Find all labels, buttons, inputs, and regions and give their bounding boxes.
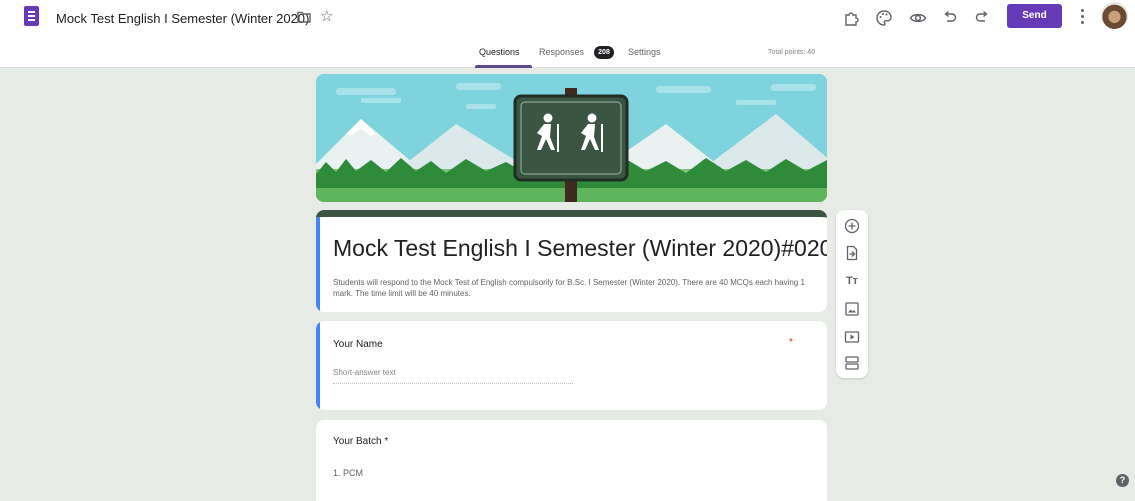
palette-icon[interactable]: [875, 9, 893, 27]
form-description[interactable]: Students will respond to the Mock Test o…: [333, 277, 811, 299]
question-title[interactable]: Your Batch *: [333, 436, 388, 447]
avatar[interactable]: [1101, 2, 1128, 29]
tab-settings[interactable]: Settings: [628, 47, 661, 57]
question-title[interactable]: Your Name: [333, 339, 383, 350]
question-card[interactable]: Your Name * Short-answer text: [316, 321, 827, 410]
import-questions-icon[interactable]: [844, 245, 860, 261]
send-button[interactable]: Send: [1007, 4, 1062, 28]
more-vert-icon[interactable]: [1081, 9, 1085, 25]
dropdown-option[interactable]: 1. PCM: [333, 468, 363, 478]
add-question-icon[interactable]: [844, 218, 860, 234]
form-title-card[interactable]: Mock Test English I Semester (Winter 202…: [316, 210, 827, 312]
forms-logo-icon[interactable]: [24, 6, 39, 26]
header-banner-image: [316, 74, 827, 202]
help-icon[interactable]: ?: [1116, 474, 1129, 487]
active-card-indicator: [316, 321, 320, 410]
tab-responses[interactable]: Responses: [539, 47, 584, 57]
floating-toolbar: Tт: [836, 210, 868, 378]
required-indicator: *: [789, 337, 793, 348]
responses-count-badge: 208: [594, 46, 614, 59]
tab-questions[interactable]: Questions: [479, 47, 520, 57]
form-title[interactable]: Mock Test English I Semester (Winter 202…: [333, 235, 827, 262]
preview-eye-icon[interactable]: [909, 9, 927, 27]
document-title[interactable]: Mock Test English I Semester (Winter 202…: [56, 11, 309, 26]
add-section-icon[interactable]: [844, 355, 860, 371]
redo-icon[interactable]: [973, 9, 991, 27]
top-bar: Mock Test English I Semester (Winter 202…: [0, 0, 1135, 38]
tab-bar: Questions Responses 208 Settings Total p…: [0, 38, 1135, 68]
add-image-icon[interactable]: [844, 301, 860, 317]
star-icon[interactable]: ☆: [320, 9, 333, 24]
add-title-icon[interactable]: Tт: [844, 273, 860, 289]
add-video-icon[interactable]: [844, 329, 860, 345]
question-card[interactable]: Your Batch * 1. PCM: [316, 420, 827, 501]
active-card-indicator: [316, 217, 320, 312]
active-tab-indicator: [475, 65, 532, 68]
total-points: Total points: 40: [768, 49, 816, 56]
addon-puzzle-icon[interactable]: [842, 9, 860, 27]
undo-icon[interactable]: [941, 9, 959, 27]
folder-icon[interactable]: [297, 11, 311, 23]
short-answer-field[interactable]: Short-answer text: [333, 368, 573, 384]
